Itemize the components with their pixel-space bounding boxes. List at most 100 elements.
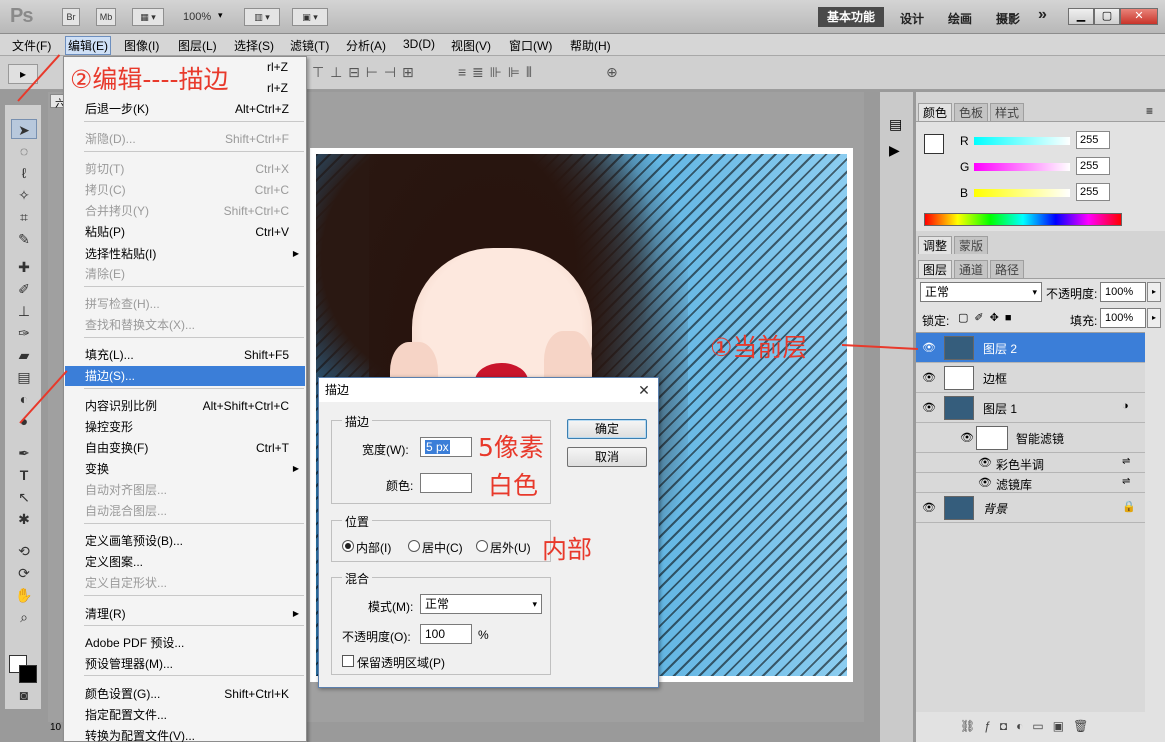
edit-menu-item[interactable]: 内容识别比例 Alt+Shift+Ctrl+C (65, 396, 305, 416)
edit-menu-item[interactable]: 颜色设置(G)... Shift+Ctrl+K (65, 684, 305, 704)
layer-footer-icons[interactable]: ⛓ƒ◘◐▭▣🗑 (960, 719, 1097, 733)
bridge-button[interactable]: Br (62, 8, 80, 26)
tab-masks[interactable]: 蒙版 (954, 236, 989, 254)
menu-help[interactable]: 帮助(H) (570, 37, 611, 54)
edit-menu-item[interactable]: 描边(S)... (65, 366, 305, 386)
layer-row-border[interactable]: 👁 边框 (916, 363, 1145, 393)
edit-menu-item[interactable]: 自由变换(F) Ctrl+T (65, 438, 305, 458)
menu-view[interactable]: 视图(V) (451, 37, 491, 54)
inside-radio[interactable] (342, 540, 354, 552)
center-radio[interactable] (408, 540, 420, 552)
panel-menu-icon[interactable]: ≡ (1146, 104, 1153, 118)
background-color-swatch[interactable] (19, 665, 37, 683)
layer-row-background[interactable]: 👁 背景 🔒 (916, 493, 1145, 523)
menu-filter[interactable]: 滤镜(T) (290, 37, 329, 54)
width-field[interactable]: 5 px (420, 437, 472, 457)
workspace-painting[interactable]: 绘画 (948, 10, 972, 27)
menu-file[interactable]: 文件(F) (12, 37, 51, 54)
marquee-tool-icon[interactable]: ◌ (11, 141, 37, 161)
color-swatch[interactable] (420, 473, 472, 493)
history-brush-icon[interactable]: ✑ (11, 323, 37, 343)
pen-tool-icon[interactable]: ✒ (11, 443, 37, 463)
align-icons[interactable]: ⊤ ⊥ ⊟ ⊢ ⊣ ⊞ (312, 64, 415, 81)
preserve-transparency-label[interactable]: 保留透明区域(P) (357, 654, 445, 671)
edit-menu-item[interactable]: 清理(R) ▶ (65, 604, 305, 624)
b-slider[interactable] (974, 189, 1070, 197)
auto-align-icon[interactable]: ⊕ (606, 64, 619, 81)
mode-select[interactable]: 正常 ▾ (420, 594, 542, 614)
menu-edit[interactable]: 编辑(E) (65, 36, 111, 55)
actions-panel-icon[interactable]: ▶ (889, 142, 900, 159)
move-tool-icon[interactable]: ➤ (11, 119, 37, 139)
color-ramp[interactable] (924, 213, 1122, 226)
center-label[interactable]: 居中(C) (422, 539, 463, 556)
opacity-field[interactable]: 100 (420, 624, 472, 644)
minimize-icon[interactable]: ▁ (1068, 8, 1094, 25)
tab-paths[interactable]: 路径 (990, 260, 1025, 278)
3d-orbit-icon[interactable]: ⟳ (11, 563, 37, 583)
edit-menu-item[interactable]: 定义图案... (65, 552, 305, 572)
eye-icon[interactable]: 👁 (960, 431, 974, 444)
gradient-tool-icon[interactable]: ▤ (11, 367, 37, 387)
preserve-transparency-checkbox[interactable] (342, 655, 354, 667)
layer-opacity-field[interactable]: 100% (1100, 282, 1146, 302)
edit-menu-item[interactable]: 粘贴(P) Ctrl+V (65, 222, 305, 242)
eraser-tool-icon[interactable]: ▰ (11, 345, 37, 365)
tab-color[interactable]: 颜色 (918, 103, 953, 121)
eye-icon[interactable]: 👁 (978, 476, 992, 489)
ok-button[interactable]: 确定 (567, 419, 647, 439)
edit-menu-item[interactable]: 变换 ▶ (65, 459, 305, 479)
shape-tool-icon[interactable]: ✱ (11, 509, 37, 529)
restore-icon[interactable]: ▢ (1094, 8, 1120, 25)
tab-adjustments[interactable]: 调整 (918, 236, 953, 254)
tab-styles[interactable]: 样式 (990, 103, 1025, 121)
zoom-tool-icon[interactable]: ⌕ (11, 607, 37, 627)
more-workspaces-icon[interactable]: » (1038, 6, 1047, 24)
tab-channels[interactable]: 通道 (954, 260, 989, 278)
eye-icon[interactable]: 👁 (922, 501, 936, 514)
inside-label[interactable]: 内部(I) (356, 539, 391, 556)
crop-tool-icon[interactable]: ⌗ (11, 207, 37, 227)
3d-rotate-icon[interactable]: ⟲ (11, 541, 37, 561)
outside-radio[interactable] (476, 540, 488, 552)
edit-menu-item[interactable]: Adobe PDF 预设... (65, 633, 305, 653)
healing-brush-icon[interactable]: ✚ (11, 257, 37, 277)
layer-row-color-halftone[interactable]: 👁 彩色半调 ⇌ (916, 453, 1145, 473)
menu-window[interactable]: 窗口(W) (509, 37, 552, 54)
zoom-dropdown-icon[interactable]: ▾ (218, 10, 223, 21)
blend-mode-select[interactable]: 正常 ▾ (920, 282, 1042, 302)
eyedropper-tool-icon[interactable]: ✎ (11, 229, 37, 249)
workspace-essentials[interactable]: 基本功能 (818, 7, 884, 27)
tab-layers[interactable]: 图层 (918, 260, 953, 278)
quick-mask-icon[interactable]: ◙ (11, 685, 37, 705)
workspace-photography[interactable]: 摄影 (996, 10, 1020, 27)
menu-analysis[interactable]: 分析(A) (346, 37, 386, 54)
hand-tool-icon[interactable]: ✋ (11, 585, 37, 605)
outside-label[interactable]: 居外(U) (490, 539, 531, 556)
menu-3d[interactable]: 3D(D) (403, 37, 435, 51)
screen-mode-dropdown[interactable]: ▣ ▾ (292, 8, 328, 26)
r-value[interactable]: 255 (1076, 131, 1110, 149)
view-extras-dropdown[interactable]: ▦ ▾ (132, 8, 164, 26)
edit-menu-item[interactable]: 转换为配置文件(V)... (65, 726, 305, 742)
filter-options-icon[interactable]: ⇌ (1122, 476, 1130, 487)
eye-icon[interactable]: 👁 (978, 456, 992, 469)
edit-menu-item[interactable]: 填充(L)... Shift+F5 (65, 345, 305, 365)
edit-menu-item[interactable]: 指定配置文件... (65, 705, 305, 725)
path-select-icon[interactable]: ↖ (11, 487, 37, 507)
dialog-close-icon[interactable]: ✕ (635, 382, 653, 398)
b-value[interactable]: 255 (1076, 183, 1110, 201)
zoom-level[interactable]: 100% (183, 11, 211, 23)
arrange-documents-dropdown[interactable]: ▥ ▾ (244, 8, 280, 26)
menu-layer[interactable]: 图层(L) (178, 37, 217, 54)
tab-swatches[interactable]: 色板 (954, 103, 989, 121)
opacity-arrow-icon[interactable]: ▸ (1147, 282, 1161, 302)
quick-select-tool-icon[interactable]: ✧ (11, 185, 37, 205)
layer-row-smart-filters[interactable]: 👁 智能滤镜 (916, 423, 1145, 453)
edit-menu-item[interactable]: 定义画笔预设(B)... (65, 531, 305, 551)
lasso-tool-icon[interactable]: ℓ (11, 163, 37, 183)
edit-menu-item[interactable]: 操控变形 (65, 417, 305, 437)
edit-menu-item[interactable]: 选择性粘贴(I) ▶ (65, 244, 305, 264)
distribute-icons[interactable]: ≡ ≣ ⊪ ⊫ ⦀ (458, 64, 533, 81)
fg-color-swatch[interactable] (924, 134, 944, 154)
